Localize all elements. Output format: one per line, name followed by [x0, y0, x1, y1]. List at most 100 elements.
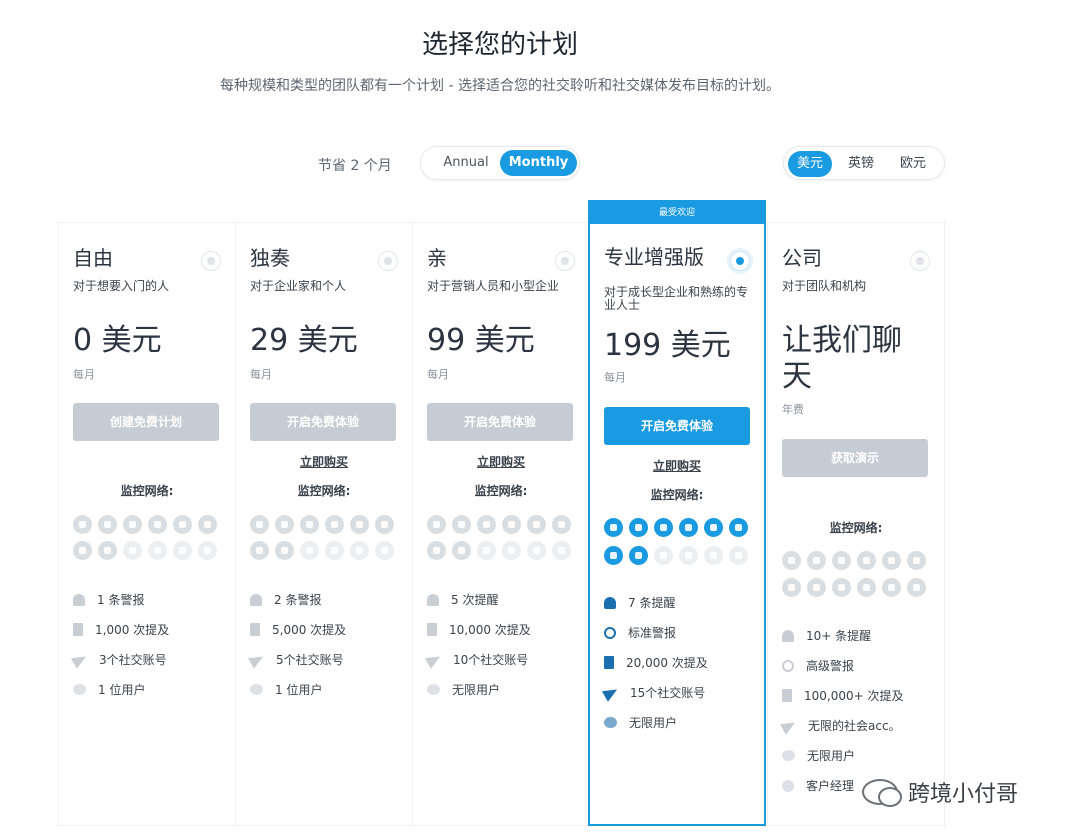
start-trial-button[interactable]: 开启免费体验 [250, 403, 396, 441]
feature-mentions: 20,000 次提及 [604, 654, 708, 671]
plan-price: 199 美元 [604, 328, 731, 363]
plan-period: 每月 [250, 368, 272, 381]
most-popular-ribbon: 最受欢迎 [590, 202, 764, 224]
create-free-plan-button[interactable]: 创建免费计划 [73, 403, 219, 441]
plan-price: 0 美元 [73, 323, 162, 358]
link-icon [375, 541, 394, 560]
bookmark-icon [250, 623, 260, 636]
bell-icon [73, 593, 85, 606]
feature-account-manager: 客户经理 [782, 777, 854, 794]
link-icon [907, 578, 926, 597]
buy-now-link[interactable]: 立即购买 [413, 453, 589, 470]
plan-description: 对于营销人员和小型企业 [427, 279, 560, 293]
buy-now-link[interactable]: 立即购买 [236, 453, 412, 470]
bell-icon [250, 593, 262, 606]
feature-alerts: 5 次提醒 [427, 591, 498, 608]
feature-accounts: 无限的社会acc。 [779, 716, 901, 735]
instagram-icon [782, 551, 801, 570]
buy-now-link[interactable]: 立即购买 [590, 457, 764, 474]
tiktok-icon [350, 541, 369, 560]
currency-option-eur[interactable]: 欧元 [890, 151, 936, 177]
currency-option-gbp[interactable]: 英镑 [838, 151, 884, 177]
youtube-icon [527, 515, 546, 534]
facebook-icon [300, 541, 319, 560]
plan-price: 99 美元 [427, 323, 535, 358]
link-icon [552, 541, 571, 560]
plan-period: 每月 [427, 368, 449, 381]
billing-option-annual[interactable]: Annual [435, 150, 497, 176]
feature-accounts: 15个社交账号 [601, 683, 705, 702]
billing-option-monthly[interactable]: Monthly [500, 150, 577, 176]
bell-icon [427, 593, 439, 606]
page-title: 选择您的计划 [421, 30, 578, 60]
networks-label: 监控网络: [474, 484, 528, 498]
pinterest-icon [679, 546, 698, 565]
chat-icon [782, 779, 794, 792]
gauge-icon [604, 626, 616, 639]
facebook-icon [654, 546, 673, 565]
plan-radio[interactable] [555, 251, 575, 271]
tiktok-icon [527, 541, 546, 560]
plan-period: 年费 [782, 403, 804, 416]
reddit-icon [325, 515, 344, 534]
feature-alert-level: 高级警报 [782, 657, 854, 674]
plan-radio[interactable] [910, 251, 930, 271]
paper-plane-icon [601, 683, 621, 702]
bookmark-icon [73, 623, 83, 636]
paper-plane-icon [779, 716, 799, 735]
youtube-icon [704, 518, 723, 537]
rss-icon [832, 551, 851, 570]
gauge-icon [782, 659, 794, 672]
pinterest-icon [325, 541, 344, 560]
start-trial-button[interactable]: 开启免费体验 [604, 407, 750, 445]
feature-users: 无限用户 [427, 681, 500, 698]
paper-plane-icon [247, 650, 267, 669]
plan-name: 自由 [73, 246, 113, 270]
reddit-icon [502, 515, 521, 534]
news-icon [807, 551, 826, 570]
feature-alerts: 2 条警报 [250, 591, 321, 608]
pinterest-icon [857, 578, 876, 597]
facebook-icon [123, 541, 142, 560]
feature-alerts: 10+ 条提醒 [782, 627, 871, 644]
plan-name: 独奏 [250, 246, 290, 270]
twitter-icon [452, 541, 471, 560]
tiktok-icon [704, 546, 723, 565]
save-note: 节省 2 个月 [318, 158, 392, 174]
wechat-icon [862, 779, 902, 807]
paper-plane-icon [424, 650, 444, 669]
rss-icon [123, 515, 142, 534]
plan-card-pro-plus: 最受欢迎 专业增强版 对于成长型企业和熟练的专业人士 199 美元 每月 开启免… [588, 200, 766, 826]
plan-price: 让我们聊天 [782, 323, 902, 394]
bell-icon [604, 596, 616, 609]
instagram-icon [73, 541, 92, 560]
plan-card-pro: 亲 对于营销人员和小型企业 99 美元 每月 开启免费体验 立即购买 监控网络:… [412, 222, 590, 826]
instagram-icon [604, 546, 623, 565]
currency-toggle[interactable]: 美元 英镑 欧元 [783, 146, 945, 180]
plan-name: 专业增强版 [604, 245, 704, 269]
billing-toggle[interactable]: Annual Monthly [420, 146, 580, 180]
plan-radio-selected[interactable] [730, 251, 750, 271]
twitter-icon [98, 541, 117, 560]
plan-description: 对于成长型企业和熟练的专业人士 [604, 285, 749, 312]
instagram-icon [250, 541, 269, 560]
plan-name: 亲 [427, 246, 447, 270]
feature-mentions: 1,000 次提及 [73, 621, 169, 638]
start-trial-button[interactable]: 开启免费体验 [427, 403, 573, 441]
get-demo-button[interactable]: 获取演示 [782, 439, 928, 477]
plan-radio[interactable] [201, 251, 221, 271]
instagram-icon [782, 578, 801, 597]
currency-option-usd[interactable]: 美元 [788, 151, 832, 177]
bell-icon [782, 629, 794, 642]
feature-alert-level: 标准警报 [604, 624, 676, 641]
rss-icon [477, 515, 496, 534]
plan-radio[interactable] [378, 251, 398, 271]
web-icon [552, 515, 571, 534]
reddit-icon [148, 515, 167, 534]
pinterest-icon [502, 541, 521, 560]
news-icon [275, 515, 294, 534]
reddit-icon [679, 518, 698, 537]
watermark: 跨境小付哥 [862, 776, 1018, 808]
feature-mentions: 10,000 次提及 [427, 621, 531, 638]
link-icon [198, 541, 217, 560]
